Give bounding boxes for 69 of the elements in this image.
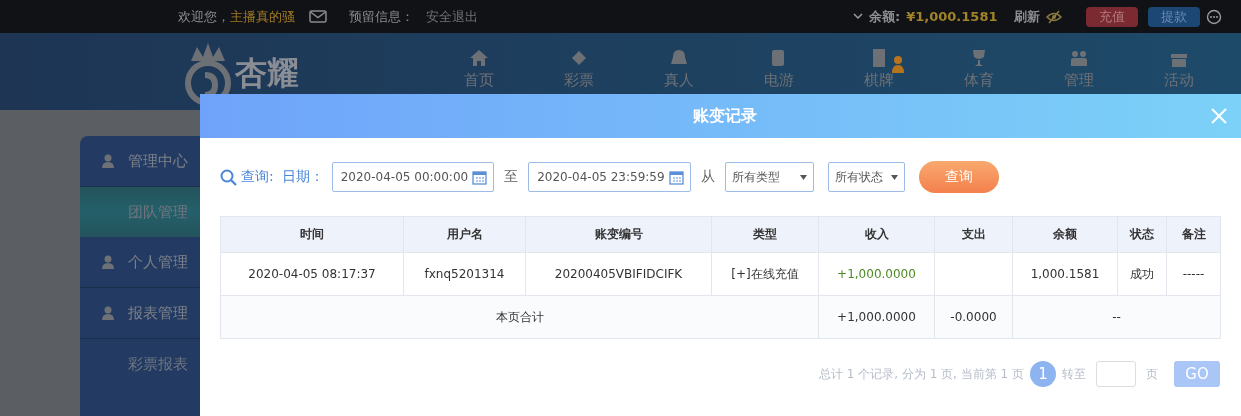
column-header: 收入 (818, 216, 935, 253)
total-rest-cell: -- (1012, 295, 1221, 339)
eye-hidden-icon[interactable] (1045, 9, 1062, 24)
goto-label: 转至 (1062, 365, 1086, 383)
from-label: 从 (700, 168, 715, 186)
nav-icon (1069, 48, 1089, 68)
dropdown-caret-icon (799, 174, 807, 180)
date-label: 日期： (281, 168, 324, 186)
nav-item[interactable]: 彩票 (529, 48, 629, 90)
logout-link[interactable]: 安全退出 (426, 7, 478, 26)
query-label: 查询: (241, 168, 274, 186)
chevron-down-icon[interactable] (853, 13, 863, 20)
nav-icon (469, 48, 489, 68)
column-header: 余额 (1012, 216, 1118, 253)
chat-icon[interactable] (1205, 8, 1222, 25)
page-unit-label: 页 (1146, 365, 1158, 383)
withdraw-button[interactable]: 提款 (1147, 6, 1200, 27)
table-cell: 1,000.1581 (1012, 252, 1118, 296)
balance-label: 余额: (869, 7, 901, 26)
query-button[interactable]: 查询 (918, 161, 999, 193)
column-header: 时间 (220, 216, 404, 253)
total-expense-cell: -0.0000 (934, 295, 1013, 339)
column-header: 支出 (934, 216, 1013, 253)
group-icon (100, 254, 116, 270)
nav-item[interactable]: 体育 (929, 48, 1029, 90)
pagination-summary: 总计 1 个记录, 分为 1 页, 当前第 1 页 (818, 365, 1024, 383)
table-cell: [+]在线充值 (711, 252, 819, 296)
balance-amount: ¥1,000.1581 (906, 9, 998, 24)
to-label: 至 (504, 168, 519, 186)
column-header: 状态 (1117, 216, 1167, 253)
nav-item[interactable]: 真人 (629, 48, 729, 90)
calendar-icon (668, 169, 684, 185)
reserved-info-label: 预留信息： (349, 7, 414, 26)
column-header: 备注 (1166, 216, 1221, 253)
deposit-button[interactable]: 充值 (1085, 6, 1138, 27)
nav-item[interactable]: 活动 (1129, 48, 1229, 90)
start-date-field[interactable]: 2020-04-05 00:00:00 (331, 162, 495, 192)
status-select[interactable]: 所有状态 (827, 162, 905, 192)
go-button[interactable]: GO (1174, 361, 1220, 387)
column-header: 用户名 (403, 216, 526, 253)
group-icon (100, 305, 116, 321)
total-income-cell: +1,000.0000 (818, 295, 935, 339)
total-label-cell: 本页合计 (220, 295, 819, 339)
modal-title: 账变记录 (693, 105, 757, 127)
table-cell: 2020-04-05 08:17:37 (220, 252, 404, 296)
table-cell: 成功 (1117, 252, 1167, 296)
end-date-field[interactable]: 2020-04-05 23:59:59 (528, 162, 691, 192)
username-link[interactable]: 主播真的骚 (230, 7, 295, 26)
table-cell: ----- (1166, 252, 1221, 296)
group-icon (100, 153, 116, 169)
logo-text: 杏耀 (235, 57, 299, 89)
nav-item[interactable]: 电游 (729, 48, 829, 90)
column-header: 账变编号 (525, 216, 712, 253)
dropdown-caret-icon (890, 174, 898, 180)
calendar-icon (472, 169, 488, 185)
page-input[interactable] (1096, 361, 1136, 387)
column-header: 类型 (711, 216, 819, 253)
search-icon (220, 168, 237, 186)
nav-item[interactable]: 棋牌 (829, 48, 929, 90)
greeting-text: 欢迎您， (178, 7, 230, 26)
refresh-link[interactable]: 刷新 (1013, 7, 1040, 26)
table-cell: 20200405VBIFIDCIFK (525, 252, 712, 296)
table-cell: fxnq5201314 (403, 252, 526, 296)
page-number[interactable]: 1 (1030, 361, 1056, 387)
table-cell: +1,000.0000 (818, 252, 935, 296)
mail-icon[interactable] (309, 10, 327, 23)
type-select[interactable]: 所有类型 (724, 162, 814, 192)
nav-item[interactable]: 首页 (429, 48, 529, 90)
nav-item[interactable]: 管理 (1029, 48, 1129, 90)
